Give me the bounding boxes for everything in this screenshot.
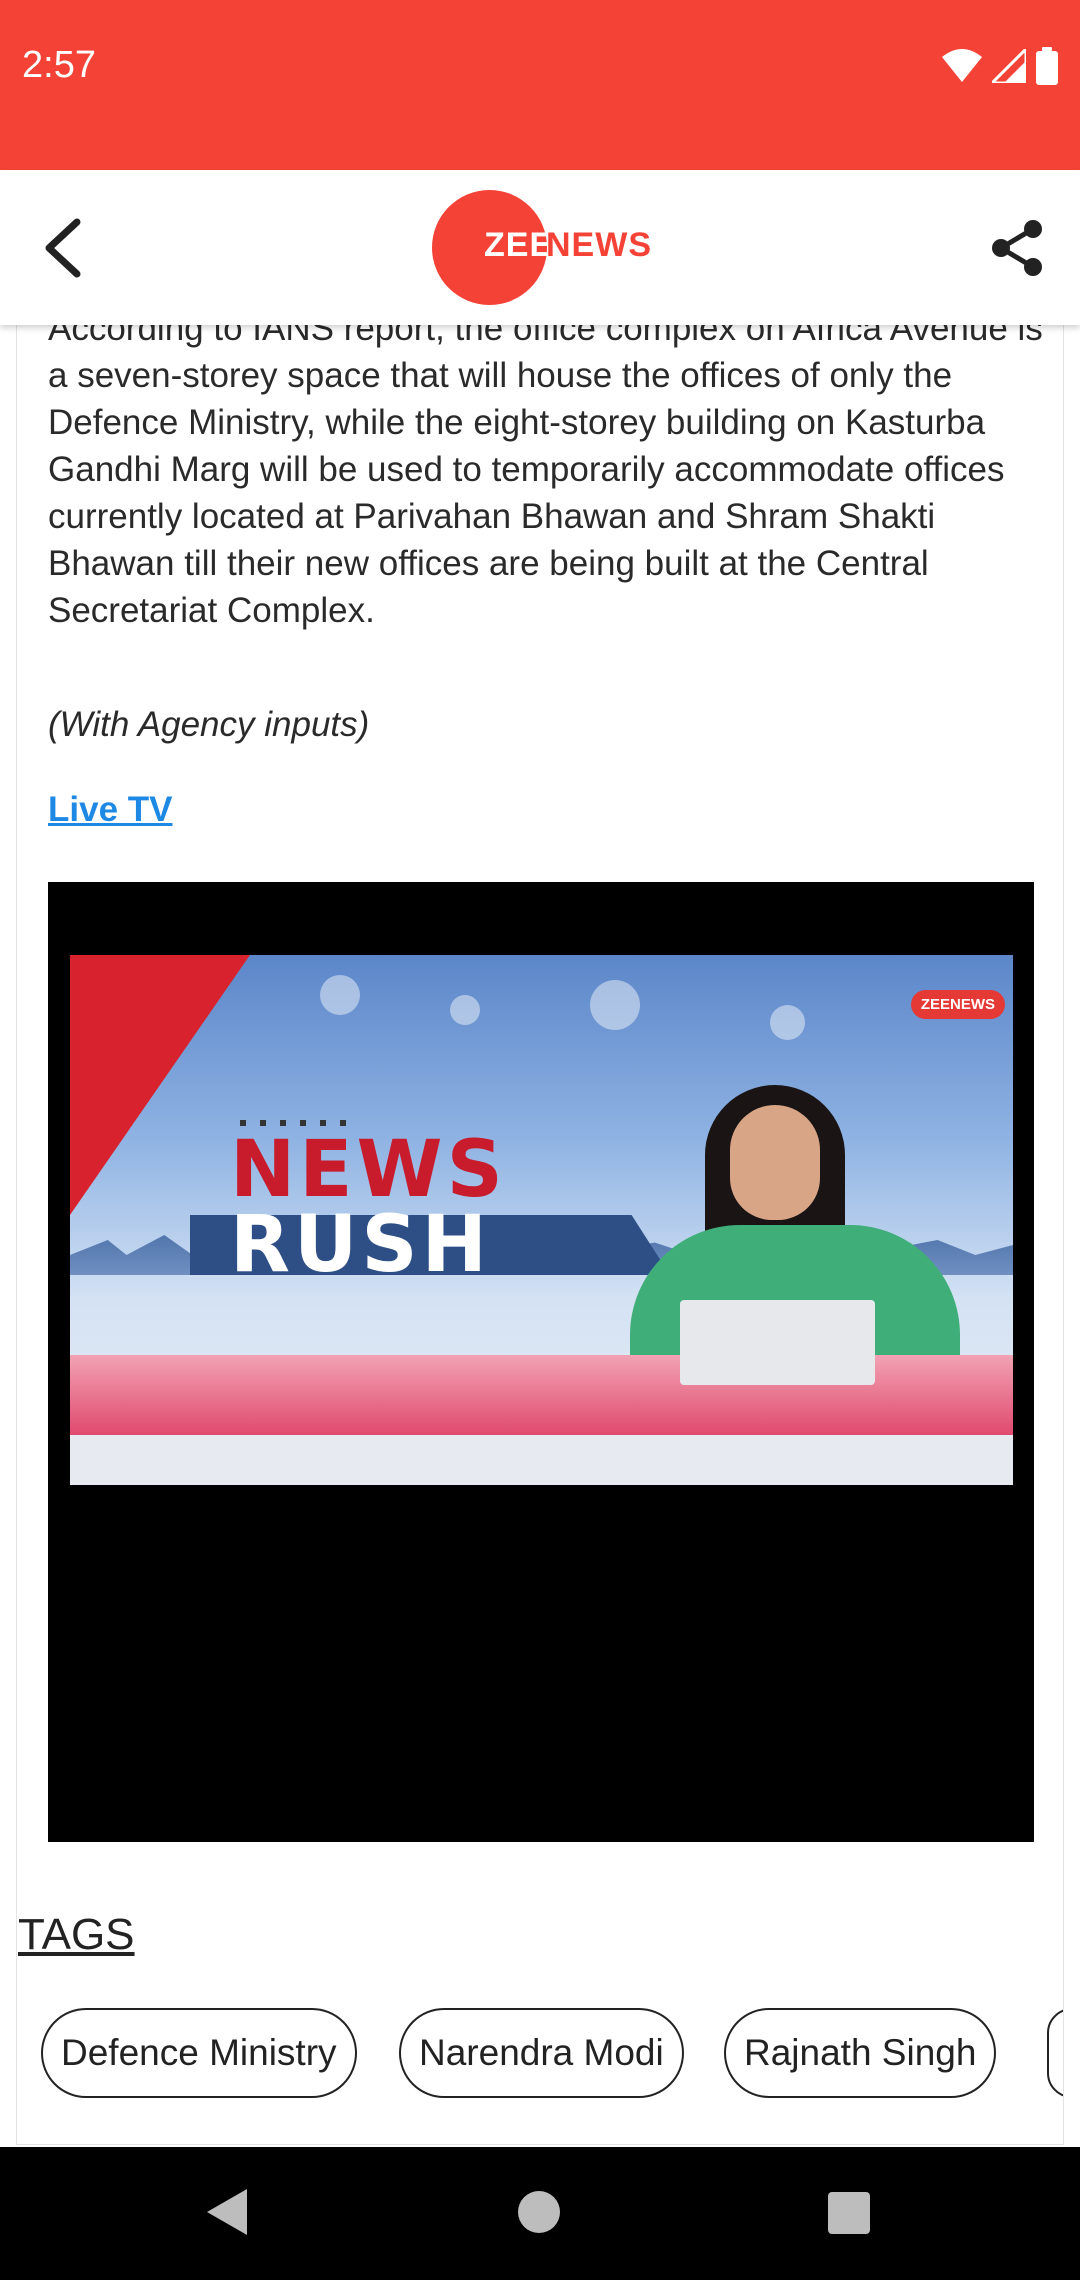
share-button[interactable]: [982, 210, 1052, 285]
signal-icon: [992, 49, 1026, 83]
live-tv-link[interactable]: Live TV: [48, 790, 172, 830]
back-button[interactable]: [28, 210, 98, 285]
bokeh-light: [590, 980, 640, 1030]
status-time: 2:57: [22, 44, 96, 86]
tags-row: Defence Ministry Narendra Modi Rajnath S…: [41, 2008, 1063, 2100]
anchor-face: [730, 1105, 820, 1220]
video-player[interactable]: NEWS RUSH ZEENEWS: [48, 882, 1034, 1842]
article-paragraph: According to IANS report, the office com…: [48, 325, 1043, 630]
article-content: According to IANS report, the office com…: [16, 325, 1064, 2145]
laptop: [680, 1300, 875, 1385]
desk-bottom: [70, 1435, 1013, 1485]
bokeh-light: [320, 975, 360, 1015]
tag-chip[interactable]: Narendra Modi: [399, 2008, 684, 2098]
logo-zee-text: ZEE: [484, 226, 554, 264]
logo-news-text: NEWS: [546, 226, 652, 264]
video-frame[interactable]: NEWS RUSH ZEENEWS: [70, 955, 1013, 1485]
nav-home-icon[interactable]: [518, 2191, 560, 2233]
bokeh-light: [450, 995, 480, 1025]
share-icon: [992, 219, 1042, 276]
tag-chip[interactable]: Defence Ministry: [41, 2008, 357, 2098]
zee-news-logo: ZEE NEWS: [432, 190, 652, 305]
status-icons: [942, 46, 1058, 86]
tag-chip[interactable]: Rajnath Singh: [724, 2008, 997, 2098]
app-bar: ZEE NEWS: [0, 170, 1080, 325]
channel-badge: ZEENEWS: [910, 990, 1005, 1019]
video-title-rush: RUSH: [230, 1200, 491, 1290]
system-nav-bar: [0, 2147, 1080, 2280]
chevron-left-icon: [45, 218, 81, 277]
frame-red-accent: [70, 955, 250, 1215]
wifi-icon: [942, 49, 982, 82]
tags-title: TAGS: [18, 1910, 135, 1959]
battery-icon: [1036, 47, 1058, 85]
agency-note: (With Agency inputs): [48, 705, 370, 744]
tag-chip[interactable]: I: [1047, 2008, 1063, 2098]
bokeh-light: [770, 1005, 805, 1040]
nav-back-icon[interactable]: [205, 2187, 249, 2237]
nav-recents-icon[interactable]: [828, 2192, 870, 2234]
status-bar: 2:57: [0, 0, 1080, 170]
